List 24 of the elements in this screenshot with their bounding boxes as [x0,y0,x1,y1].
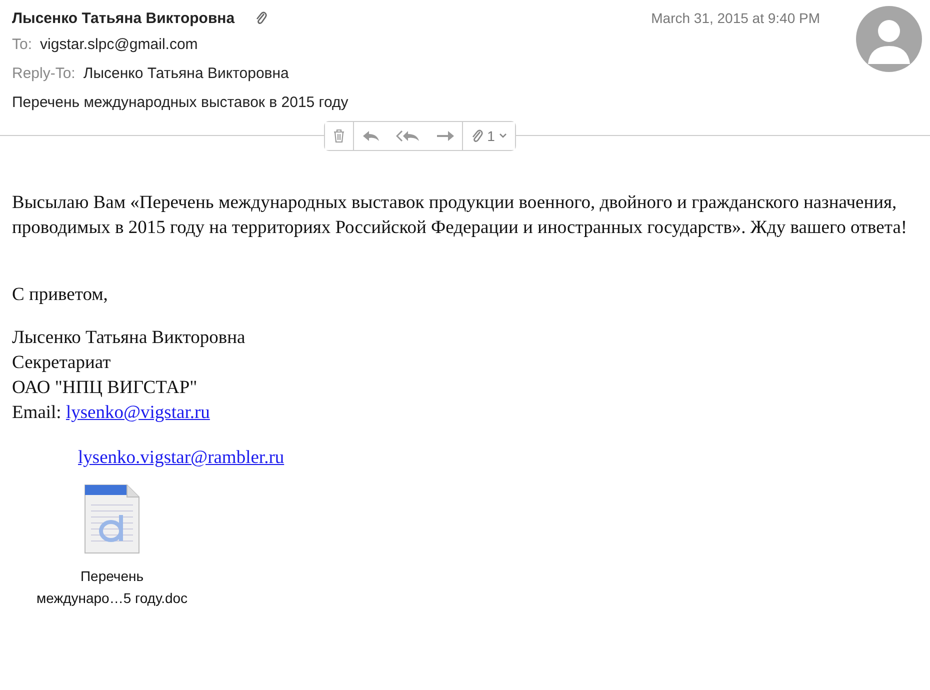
message-subject: Перечень международных выставок в 2015 году [12,94,348,111]
chevron-down-icon [498,133,507,139]
email-label: Email: [12,403,62,423]
attachment-filename[interactable]: Перечень междунаро…5 году.doc [36,565,188,609]
reply-to-label: Reply-To: [12,65,76,82]
signature-line: Секретариат [12,352,112,375]
avatar-icon [856,6,922,72]
email-link[interactable]: lysenko.vigstar@rambler.ru [78,448,284,468]
reply-all-icon [396,130,420,142]
reply-to-name[interactable]: Лысенко Татьяна Викторовна [83,65,289,82]
signature-line: Лысенко Татьяна Викторовна [12,327,246,350]
trash-icon [333,129,346,143]
reply-icon [362,130,380,142]
sender-name: Лысенко Татьяна Викторовна [12,10,235,26]
delete-button[interactable] [325,122,354,150]
signature-line: ОАО "НПЦ ВИГСТАР" [12,377,198,400]
to-label: To: [12,36,32,53]
recipient-address[interactable]: vigstar.slpc@gmail.com [40,36,198,53]
greeting-text: С приветом, [12,285,109,306]
paperclip-icon [471,128,484,144]
message-date: March 31, 2015 at 9:40 PM [651,10,820,26]
email-link[interactable]: lysenko@vigstar.ru [66,403,210,423]
forward-icon [436,130,454,142]
message-paragraph: Высылаю Вам «Перечень международных выставок продукции военного, двойного и гражданского назначения, проводимых в 2015 году на территориях Российской Федерации и иностранных государств». Жду вашего ответа! [12,192,908,240]
